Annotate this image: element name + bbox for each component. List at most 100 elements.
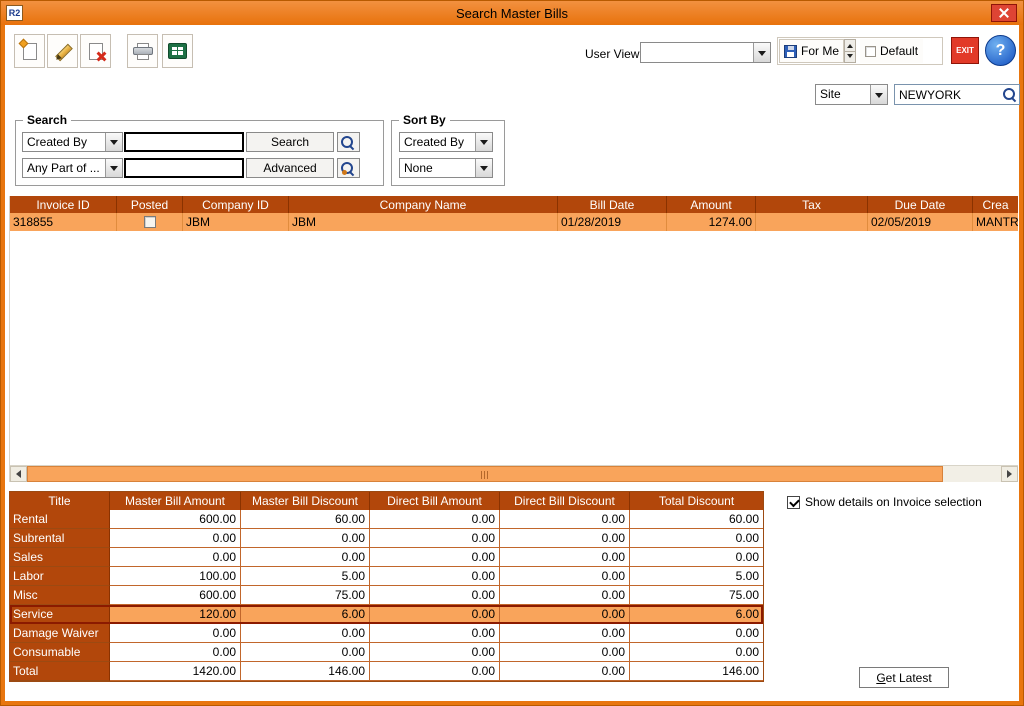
window-title: Search Master Bills <box>1 6 1023 21</box>
column-header-due-date[interactable]: Due Date <box>868 196 973 213</box>
column-header-bill-date[interactable]: Bill Date <box>558 196 667 213</box>
quick-search-button[interactable] <box>337 132 360 152</box>
row-title: Rental <box>10 510 110 529</box>
cell: 0.00 <box>370 605 500 624</box>
chevron-down-icon[interactable] <box>475 159 492 177</box>
row-title: Misc <box>10 586 110 605</box>
cell: 146.00 <box>630 662 763 681</box>
help-button[interactable]: ? <box>985 35 1016 66</box>
cell: 6.00 <box>241 605 370 624</box>
invoice-grid-empty-area <box>10 231 1018 465</box>
cell: 0.00 <box>500 548 630 567</box>
cell: 0.00 <box>500 510 630 529</box>
column-header-posted[interactable]: Posted <box>117 196 183 213</box>
detail-row-total[interactable]: Total 1420.00 146.00 0.00 0.00 146.00 <box>10 662 763 681</box>
detail-row-labor[interactable]: Labor 100.00 5.00 0.00 0.00 5.00 <box>10 567 763 586</box>
site-search-field[interactable]: NEWYORK <box>894 84 1020 105</box>
posted-checkbox[interactable] <box>144 216 156 228</box>
close-button[interactable] <box>991 4 1017 22</box>
cell: 60.00 <box>241 510 370 529</box>
edit-pencil-icon <box>52 40 74 62</box>
column-header-company-id[interactable]: Company ID <box>183 196 289 213</box>
detail-header-direct-bill-discount: Direct Bill Discount <box>500 492 630 510</box>
print-button[interactable] <box>127 34 158 68</box>
search-icon <box>340 135 355 150</box>
cell: 0.00 <box>110 529 241 548</box>
detail-row-damage-waiver[interactable]: Damage Waiver 0.00 0.00 0.00 0.00 0.00 <box>10 624 763 643</box>
created-by-cell: MANTRA <box>973 213 1018 231</box>
detail-row-misc[interactable]: Misc 600.00 75.00 0.00 0.00 75.00 <box>10 586 763 605</box>
detail-row-service[interactable]: Service 120.00 6.00 0.00 0.00 6.00 <box>10 605 763 624</box>
detail-header-total-discount: Total Discount <box>630 492 763 510</box>
for-me-label: For Me <box>801 44 839 58</box>
search-value-input[interactable] <box>124 132 244 152</box>
detail-row-subrental[interactable]: Subrental 0.00 0.00 0.00 0.00 0.00 <box>10 529 763 548</box>
match-type-combo[interactable]: Any Part of ... <box>22 158 123 178</box>
edit-bill-button[interactable] <box>47 34 78 68</box>
cell: 0.00 <box>630 548 763 567</box>
user-view-combo[interactable] <box>640 42 771 63</box>
detail-header-title: Title <box>10 492 110 510</box>
search-field-combo[interactable]: Created By <box>22 132 123 152</box>
cell: 0.00 <box>500 643 630 662</box>
show-details-checkbox[interactable] <box>787 496 800 509</box>
show-details-option[interactable]: Show details on Invoice selection <box>787 495 982 509</box>
spinner-up-icon[interactable] <box>845 40 855 52</box>
row-title: Consumable <box>10 643 110 662</box>
export-grid-button[interactable] <box>162 34 193 68</box>
sort-primary-combo[interactable]: Created By <box>399 132 493 152</box>
chevron-down-icon[interactable] <box>105 159 122 177</box>
cell: 0.00 <box>630 624 763 643</box>
delete-bill-button[interactable] <box>80 34 111 68</box>
advanced-button[interactable]: Advanced <box>246 158 334 178</box>
column-header-amount[interactable]: Amount <box>667 196 756 213</box>
for-me-button[interactable]: For Me <box>779 39 844 63</box>
scroll-right-icon[interactable] <box>1001 466 1018 482</box>
scroll-left-icon[interactable] <box>10 466 27 482</box>
new-bill-button[interactable] <box>14 34 45 68</box>
column-header-company-name[interactable]: Company Name <box>289 196 558 213</box>
cell: 0.00 <box>500 624 630 643</box>
invoice-row[interactable]: 318855 JBM JBM 01/28/2019 1274.00 02/05/… <box>10 213 1018 231</box>
get-latest-button[interactable]: Get Latest <box>859 667 949 688</box>
cell: 0.00 <box>370 548 500 567</box>
search-button[interactable]: Search <box>246 132 334 152</box>
advanced-search-button[interactable] <box>337 158 360 178</box>
row-title: Service <box>10 605 110 624</box>
scrollbar-track[interactable] <box>27 466 1001 482</box>
user-view-value <box>641 43 753 62</box>
detail-row-sales[interactable]: Sales 0.00 0.00 0.00 0.00 0.00 <box>10 548 763 567</box>
search-field-value: Created By <box>23 133 105 151</box>
search-icon[interactable] <box>1002 87 1017 102</box>
chevron-down-icon[interactable] <box>475 133 492 151</box>
spinner-down-icon[interactable] <box>845 52 855 63</box>
detail-header-master-bill-amount: Master Bill Amount <box>110 492 241 510</box>
detail-header-master-bill-discount: Master Bill Discount <box>241 492 370 510</box>
column-header-invoice-id[interactable]: Invoice ID <box>10 196 117 213</box>
cell: 0.00 <box>370 529 500 548</box>
search-legend: Search <box>23 113 71 127</box>
column-header-tax[interactable]: Tax <box>756 196 868 213</box>
company-name-cell: JBM <box>289 213 558 231</box>
default-view-button[interactable]: Default <box>860 39 923 63</box>
detail-row-rental[interactable]: Rental 600.00 60.00 0.00 0.00 60.00 <box>10 510 763 529</box>
chevron-down-icon[interactable] <box>105 133 122 151</box>
site-combo[interactable]: Site <box>815 84 888 105</box>
cell: 0.00 <box>500 662 630 681</box>
match-value-input[interactable] <box>124 158 244 178</box>
column-header-created-by[interactable]: Crea <box>973 196 1018 213</box>
chevron-down-icon[interactable] <box>753 43 770 62</box>
exit-button[interactable]: EXIT <box>951 37 979 64</box>
due-date-cell: 02/05/2019 <box>868 213 973 231</box>
chevron-down-icon[interactable] <box>870 85 887 104</box>
close-icon <box>999 8 1009 18</box>
scrollbar-thumb[interactable] <box>27 466 943 482</box>
detail-row-consumable[interactable]: Consumable 0.00 0.00 0.00 0.00 0.00 <box>10 643 763 662</box>
cell: 75.00 <box>241 586 370 605</box>
sort-secondary-combo[interactable]: None <box>399 158 493 178</box>
horizontal-scrollbar[interactable] <box>10 465 1018 482</box>
cell: 0.00 <box>500 605 630 624</box>
cell: 0.00 <box>110 643 241 662</box>
cell: 100.00 <box>110 567 241 586</box>
titlebar[interactable]: R2 Search Master Bills <box>1 1 1023 25</box>
